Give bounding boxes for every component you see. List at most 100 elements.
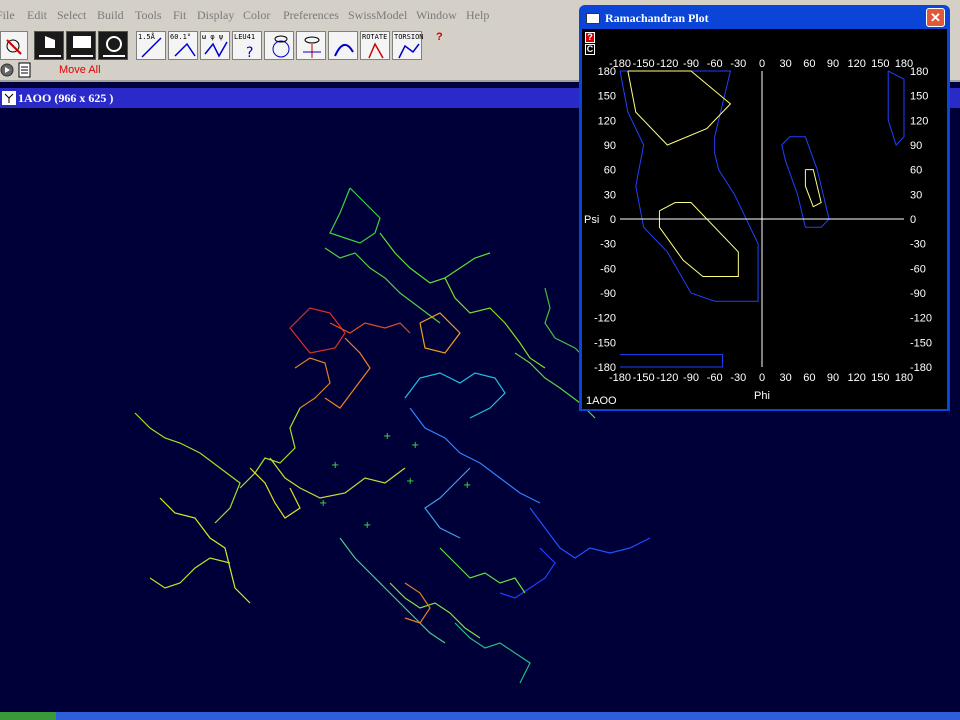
monitor-icon [71,36,93,57]
ramachandran-plot-area: ? C -180 -180 -150 -150 -120 -120 -90 -90 -60 -60… [582,29,947,409]
x-tick-label-bottom: 60 [803,372,815,384]
x-tick-label-bottom: -150 [633,372,655,384]
x-tick-label-top: -120 [656,58,678,70]
menu-select[interactable]: Select [57,8,86,23]
y-tick-label-left: 120 [598,115,616,127]
toolbar-help-button[interactable]: ? [436,31,443,43]
x-axis-title: Phi [754,390,770,402]
distance-icon [141,37,162,58]
x-tick-label-bottom: -90 [683,372,699,384]
identify-button[interactable]: LEU41 ? [232,31,262,61]
x-tick-label-top: 90 [827,58,839,70]
svg-text:+: + [411,440,419,451]
angle-icon [174,42,196,57]
x-tick-label-top: -90 [683,58,699,70]
contour-allowed-2 [620,354,724,368]
svg-text:+: + [363,520,371,531]
rotate-view-button[interactable] [98,31,128,60]
x-tick-label-top: -60 [707,58,723,70]
menu-color[interactable]: Color [243,8,270,23]
y-tick-label-right: 180 [910,66,928,78]
x-tick-label-top: -150 [633,58,655,70]
x-tick-label-bottom: 30 [780,372,792,384]
structure-id-label: 1AOO [586,395,617,407]
document-icon[interactable] [18,62,32,78]
y-tick-label-right: 60 [910,165,922,177]
y-tick-label-left: -180 [594,362,616,374]
mutate-button[interactable] [328,31,358,60]
hand-icon [39,36,61,57]
y-tick-label-right: 0 [910,214,916,226]
contour-favored-5 [658,202,739,278]
menu-fit[interactable]: Fit [173,8,186,23]
x-tick-label-bottom: -120 [656,372,678,384]
menu-window[interactable]: Window [416,8,457,23]
x-tick-label-bottom: 150 [871,372,889,384]
y-tick-label-left: 90 [604,140,616,152]
y-tick-label-right: 120 [910,115,928,127]
menu-build[interactable]: Build [97,8,124,23]
play-icon[interactable] [0,63,14,77]
x-tick-label-top: -30 [730,58,746,70]
measure-distance-button[interactable]: 1.5Å [136,31,166,60]
menu-help[interactable]: Help [466,8,489,23]
center-molecule-button[interactable] [0,31,28,60]
y-tick-label-left: -90 [600,288,616,300]
close-icon: ✕ [930,10,941,25]
ramachandran-chart: -180-180-150-150-120-120-90-90-60-60-30-… [584,58,932,407]
y-tick-label-left: 30 [604,189,616,201]
window-icon [586,13,600,24]
menu-edit[interactable]: Edit [27,8,47,23]
view-button[interactable] [296,31,326,60]
svg-text:+: + [331,460,339,471]
y-axis-title: Psi [584,214,599,226]
y-tick-label-right: -180 [910,362,932,374]
menu-display[interactable]: Display [197,8,234,23]
center-atom-button[interactable] [264,31,294,60]
x-tick-label-top: 0 [759,58,765,70]
x-tick-label-bottom: 0 [759,372,765,384]
svg-text:+: + [406,476,414,487]
y-tick-label-left: -120 [594,313,616,325]
ramachandran-window: Ramachandran Plot ✕ ? C -180 -180 -150 -150… [579,5,950,411]
atom-icon [6,39,22,55]
y-tick-label-right: 30 [910,189,922,201]
menu-swissmodel[interactable]: SwissModel [348,8,407,23]
rotate-icon [103,36,125,57]
start-button[interactable] [0,712,56,720]
rotate-fragment-icon [368,42,384,59]
y-tick-label-right: -90 [910,288,926,300]
translate-button[interactable] [34,31,64,60]
menu-file[interactable]: File [0,8,15,23]
y-tick-label-right: -150 [910,337,932,349]
move-all-label[interactable]: Move All [59,64,101,76]
x-tick-label-top: 120 [847,58,865,70]
y-tick-label-left: -150 [594,337,616,349]
y-tick-label-right: -120 [910,313,932,325]
rotate-fragment-button[interactable]: ROTATE [360,31,390,60]
zoom-button[interactable] [66,31,96,60]
measure-dihedral-button[interactable]: ω φ ψ [200,31,230,60]
contour-allowed-3 [887,70,905,146]
menu-preferences[interactable]: Preferences [283,8,339,23]
y-tick-label-right: 90 [910,140,922,152]
taskbar [0,712,960,720]
y-tick-label-left: 0 [610,214,616,226]
x-tick-label-bottom: 90 [827,372,839,384]
structure-window-title: 1AOO (966 x 625 ) [18,91,114,105]
eye-icon [303,36,321,58]
svg-text:?: ? [246,45,253,61]
y-tick-label-right: -30 [910,239,926,251]
y-tick-label-left: -60 [600,263,616,275]
y-tick-label-right: 150 [910,91,928,103]
molecule-icon [2,91,16,105]
eye-target-icon [272,35,290,58]
x-tick-label-top: 60 [803,58,815,70]
torsion-button[interactable]: TORSION [392,31,424,60]
measure-angle-button[interactable]: 60.1° [168,31,198,60]
svg-text:+: + [383,431,391,442]
svg-text:+: + [463,480,471,491]
y-tick-label-left: -30 [600,239,616,251]
menu-tools[interactable]: Tools [135,8,162,23]
close-button[interactable]: ✕ [926,8,945,27]
